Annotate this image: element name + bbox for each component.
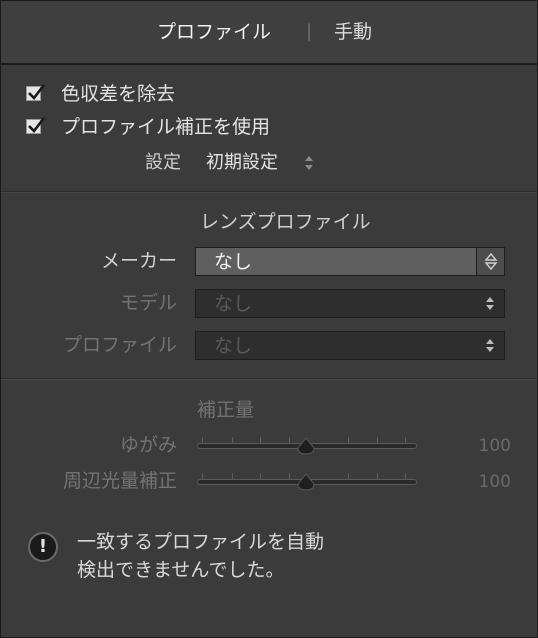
updown-arrows-icon[interactable] (304, 154, 314, 172)
distortion-value: 100 (478, 436, 511, 456)
profile-label: プロファイル (62, 334, 177, 356)
tab-profile[interactable]: プロファイル (157, 20, 271, 44)
divider (1, 378, 537, 380)
tab-manual[interactable]: 手動 (334, 20, 372, 44)
divider (1, 191, 537, 193)
updown-arrows-icon (484, 252, 498, 271)
maker-select[interactable]: なし (195, 247, 505, 276)
maker-arrows (476, 248, 504, 275)
model-value: なし (214, 293, 253, 315)
distortion-slider-thumb (297, 437, 315, 455)
remove-ca-checkbox[interactable] (26, 84, 46, 101)
vignetting-slider-thumb (297, 473, 315, 491)
profile-value: なし (214, 335, 253, 357)
model-select: なし (195, 289, 505, 318)
profile-select: なし (195, 331, 505, 360)
warning-text-line1: 一致するプロファイルを自動 (77, 531, 325, 553)
amount-title: 補正量 (197, 399, 255, 421)
model-label: モデル (119, 292, 177, 314)
setting-dropdown[interactable]: 初期設定 (206, 151, 278, 175)
updown-arrows-icon (486, 339, 494, 352)
exclamation-icon: ! (28, 532, 58, 562)
model-arrows (476, 290, 504, 317)
setting-label: 設定 (145, 152, 181, 173)
remove-ca-label: 色収差を除去 (61, 83, 176, 105)
warning-text-line2: 検出できませんでした。 (77, 559, 285, 581)
panel-header: プロファイル | 手動 (1, 1, 537, 65)
vignetting-value: 100 (478, 472, 511, 492)
maker-value: なし (214, 251, 253, 273)
maker-label: メーカー (100, 250, 177, 272)
vignetting-label: 周辺光量補正 (62, 470, 177, 492)
checkmark-icon (28, 84, 46, 100)
enable-profile-checkbox[interactable] (26, 117, 46, 134)
updown-arrows-icon (486, 297, 494, 310)
tab-separator: | (306, 21, 313, 42)
profile-arrows (476, 332, 504, 359)
distortion-label: ゆがみ (119, 434, 177, 456)
lens-correction-panel: プロファイル | 手動 色収差を除去 プロファイル補正を使用 設定 初期設定 レ… (0, 0, 538, 638)
checkmark-icon (28, 117, 46, 133)
lens-profile-title: レンズプロファイル (200, 211, 371, 233)
enable-profile-label: プロファイル補正を使用 (61, 116, 271, 138)
